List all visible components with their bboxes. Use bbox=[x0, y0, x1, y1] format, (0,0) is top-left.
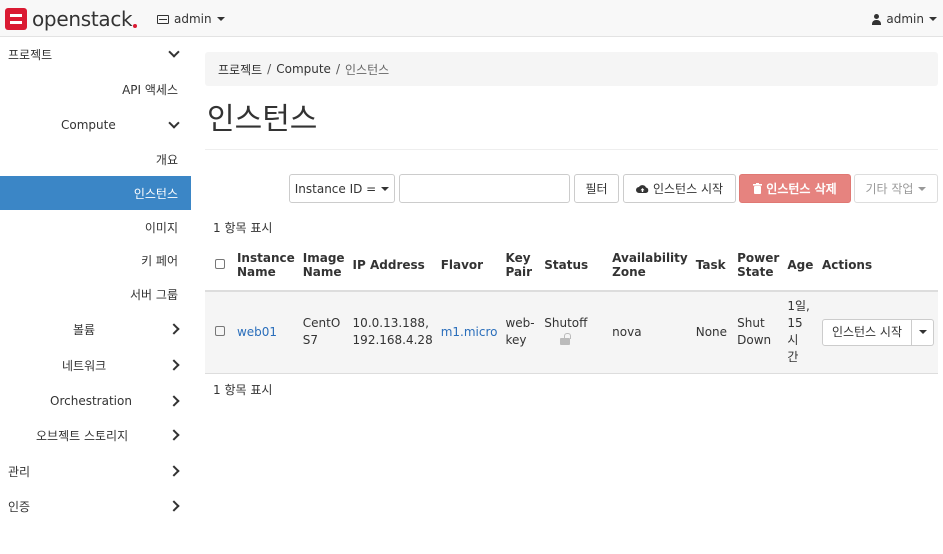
cell-flavor: m1.micro bbox=[436, 291, 502, 374]
row-checkbox-cell[interactable] bbox=[205, 291, 233, 374]
cell-age: 1일, 15 시 간 bbox=[783, 291, 818, 374]
col-ip-address[interactable]: IP Address bbox=[348, 239, 437, 292]
chevron-down-icon bbox=[168, 46, 180, 58]
col-availability-zone[interactable]: Availability Zone bbox=[608, 239, 692, 292]
sidebar-item-api-access[interactable]: API 액세스 bbox=[0, 72, 191, 106]
cell-status: Shutoff bbox=[540, 291, 609, 374]
col-key-pair[interactable]: Key Pair bbox=[501, 239, 541, 292]
project-selector[interactable]: admin bbox=[157, 12, 225, 26]
filter-field-select[interactable]: Instance ID = bbox=[289, 174, 395, 203]
sidebar-item-object-storage[interactable]: 오브젝트 스토리지 bbox=[0, 418, 191, 452]
chevron-down-icon bbox=[168, 117, 180, 129]
unlock-icon bbox=[560, 333, 572, 346]
more-actions-button[interactable]: 기타 작업 bbox=[854, 174, 938, 203]
sidebar-item-server-groups[interactable]: 서버 그룹 bbox=[0, 277, 191, 311]
col-image-name[interactable]: Image Name bbox=[298, 239, 349, 292]
col-age[interactable]: Age bbox=[783, 239, 818, 292]
caret-down-icon bbox=[381, 186, 390, 191]
sidebar: 프로젝트 API 액세스 Compute 개요 인스턴스 이미지 키 페어 서버… bbox=[0, 37, 191, 554]
table-header-row: Instance Name Image Name IP Address Flavor… bbox=[205, 239, 938, 292]
trash-icon bbox=[753, 183, 763, 194]
instances-table: Instance Name Image Name IP Address Flavor… bbox=[205, 239, 938, 374]
cell-task: None bbox=[691, 291, 734, 374]
sidebar-item-network[interactable]: 네트워크 bbox=[0, 348, 191, 382]
chevron-right-icon bbox=[168, 359, 180, 371]
col-status[interactable]: Status bbox=[540, 239, 609, 292]
cell-key-pair: web-key bbox=[501, 291, 541, 374]
col-power-state[interactable]: Power State bbox=[733, 239, 784, 292]
sidebar-item-identity[interactable]: 인증 bbox=[0, 489, 191, 523]
chevron-right-icon bbox=[168, 500, 180, 512]
page-title: 인스턴스 bbox=[207, 102, 318, 137]
breadcrumb-project[interactable]: 프로젝트 bbox=[218, 61, 262, 78]
sidebar-item-orchestration[interactable]: Orchestration bbox=[0, 384, 191, 418]
breadcrumb-current: 인스턴스 bbox=[345, 62, 390, 77]
sidebar-item-admin[interactable]: 관리 bbox=[0, 454, 191, 488]
cell-ip-address: 10.0.13.188, 192.168.4.28 bbox=[348, 291, 437, 374]
chevron-right-icon bbox=[168, 395, 180, 407]
project-selector-label: admin bbox=[174, 12, 212, 26]
user-menu-label: admin bbox=[886, 12, 924, 26]
col-actions: Actions bbox=[817, 239, 938, 292]
sidebar-item-instances[interactable]: 인스턴스 bbox=[0, 176, 191, 210]
caret-down-icon bbox=[929, 17, 937, 21]
col-task[interactable]: Task bbox=[691, 239, 734, 292]
item-count-bottom: 1 항목 표시 bbox=[213, 383, 273, 397]
filter-input[interactable] bbox=[399, 174, 570, 203]
title-divider bbox=[205, 149, 938, 150]
row-action-group: 인스턴스 시작 bbox=[821, 318, 934, 346]
row-checkbox[interactable] bbox=[215, 325, 225, 336]
breadcrumb: 프로젝트 / Compute / 인스턴스 bbox=[205, 52, 938, 86]
top-navbar: openstack admin admin bbox=[0, 0, 943, 37]
sidebar-item-project[interactable]: 프로젝트 bbox=[0, 37, 191, 71]
cell-instance-name: web01 bbox=[232, 291, 299, 374]
sidebar-item-compute[interactable]: Compute bbox=[0, 108, 191, 142]
user-menu[interactable]: admin bbox=[872, 12, 937, 26]
status-text: Shutoff bbox=[544, 316, 588, 331]
flavor-link[interactable]: m1.micro bbox=[441, 325, 498, 339]
sidebar-item-volumes[interactable]: 볼륨 bbox=[0, 312, 191, 346]
chevron-right-icon bbox=[168, 429, 180, 441]
filter-button[interactable]: 필터 bbox=[574, 174, 619, 203]
col-instance-name[interactable]: Instance Name bbox=[232, 239, 299, 292]
openstack-logo-icon bbox=[5, 8, 27, 30]
server-icon bbox=[157, 14, 169, 24]
cell-image-name: CentO S7 bbox=[298, 291, 349, 374]
caret-down-icon bbox=[216, 17, 225, 21]
col-flavor[interactable]: Flavor bbox=[436, 239, 502, 292]
chevron-right-icon bbox=[168, 323, 180, 335]
sidebar-item-key-pairs[interactable]: 키 페어 bbox=[0, 243, 191, 277]
sidebar-item-images[interactable]: 이미지 bbox=[0, 210, 191, 244]
cell-actions: 인스턴스 시작 bbox=[817, 291, 938, 374]
select-all-checkbox[interactable] bbox=[215, 258, 225, 269]
breadcrumb-compute[interactable]: Compute bbox=[276, 62, 331, 76]
user-icon bbox=[872, 13, 882, 25]
instance-name-link[interactable]: web01 bbox=[237, 325, 277, 339]
cell-availability-zone: nova bbox=[608, 291, 692, 374]
caret-down-icon bbox=[918, 186, 927, 191]
chevron-right-icon bbox=[168, 465, 180, 477]
logo-text: openstack bbox=[32, 7, 133, 31]
launch-instance-button[interactable]: 인스턴스 시작 bbox=[623, 174, 736, 203]
cell-power-state: Shut Down bbox=[733, 291, 784, 374]
cloud-upload-icon bbox=[635, 184, 649, 193]
openstack-logo[interactable]: openstack bbox=[5, 7, 138, 31]
row-actions-dropdown-toggle[interactable] bbox=[912, 318, 934, 346]
table-row: web01 CentO S7 10.0.13.188, 192.168.4.28 m… bbox=[205, 291, 938, 374]
sidebar-item-overview[interactable]: 개요 bbox=[0, 142, 191, 176]
item-count-top: 1 항목 표시 bbox=[213, 221, 273, 235]
caret-down-icon bbox=[918, 330, 927, 335]
select-all-checkbox-cell[interactable] bbox=[205, 239, 233, 292]
row-start-instance-button[interactable]: 인스턴스 시작 bbox=[821, 318, 912, 346]
delete-instances-button[interactable]: 인스턴스 삭제 bbox=[739, 174, 851, 203]
